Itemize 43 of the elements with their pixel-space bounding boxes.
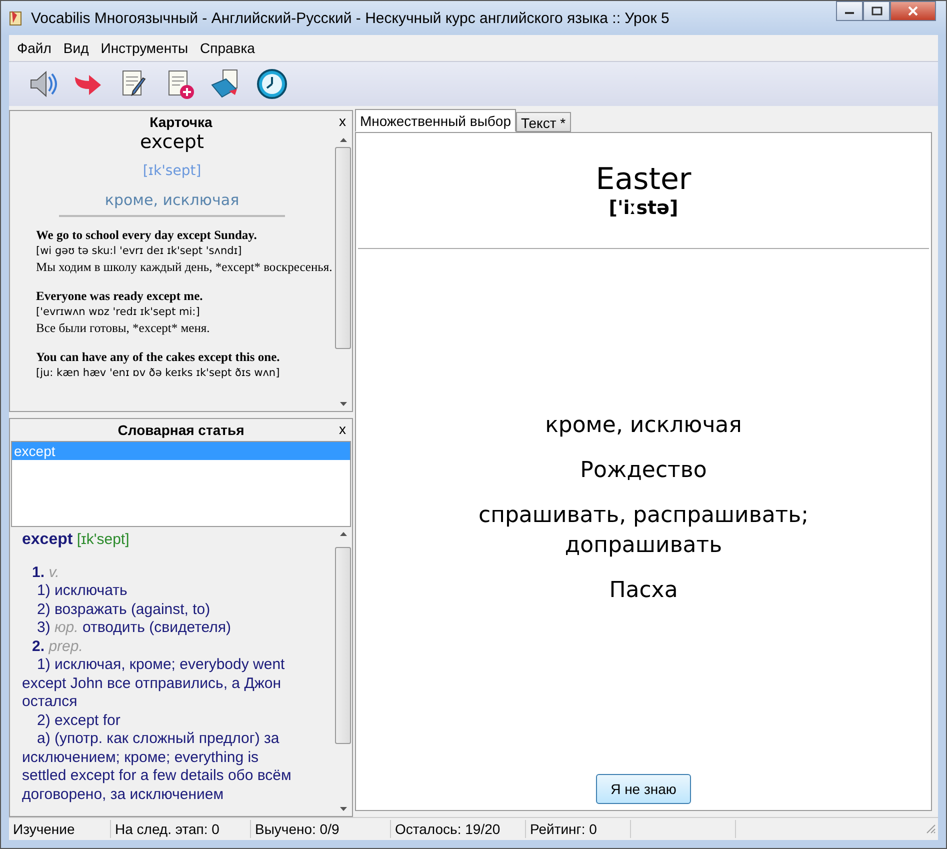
meaning-line: 2) возражать (against, to) (36, 600, 212, 619)
tab[interactable]: Текст * (516, 112, 571, 132)
meaning-text: а) (употр. как сложный предлог) за исключением; кроме; everything is settled except for a few details обо всём договорено, за исключением (22, 730, 292, 804)
card-translation: кроме, исключая (104, 191, 240, 209)
example-translation: Все были готовы, *except* меня. (36, 320, 211, 336)
meaning-text: 1) исключая, кроме; everybody went except John все отправились, а Джон остался (22, 656, 286, 712)
dont-know-button[interactable]: Я не знаю (596, 774, 692, 804)
tab[interactable]: Множественный выбор (355, 109, 516, 132)
example-transcription: [wi gəʊ tə sku:l 'evrɪ deɪ ɪk'sept 'sʌndɪ] (36, 244, 243, 259)
meaning-text: 2) except for (36, 712, 122, 730)
answer-option[interactable]: спрашивать, распрашивать; допрашивать (444, 501, 844, 561)
example-sentence: Everyone was ready except me. (36, 288, 204, 304)
close-button[interactable]: x (339, 113, 346, 129)
quiz-transcription: ['iːstə] (608, 197, 678, 219)
close-button[interactable]: x (339, 421, 346, 437)
status-field: Изучение (9, 820, 111, 838)
answer-option[interactable]: Рождество (444, 456, 844, 486)
answer-option[interactable]: кроме, исключая (444, 411, 844, 441)
status-field: На след. этап: 0 (111, 820, 251, 838)
menu-item[interactable]: Справка (194, 40, 261, 56)
menu-item[interactable]: Инструменты (94, 40, 194, 56)
example-transcription: [ju: kæn hæv 'enɪ ɒv ðə keɪks ɪk'sept ðɪs wʌn] (36, 366, 281, 381)
panel-title: Карточка (150, 114, 212, 130)
status-field: Рейтинг: 0 (526, 820, 631, 838)
status-field: Осталось: 19/20 (391, 820, 526, 838)
example-sentence: You can have any of the cakes except this one. (36, 349, 281, 365)
card-word: except (139, 133, 205, 153)
panel-title: Словарная статья (118, 422, 244, 438)
menu-item[interactable]: Вид (57, 40, 95, 56)
menu-item[interactable]: Файл (11, 40, 58, 56)
answer-option[interactable]: Пасха (444, 576, 844, 606)
example-sentence: We go to school every day except Sunday. (36, 227, 258, 243)
entry-headword: except [ɪk'sept] (22, 531, 130, 550)
part-of-speech: 1. v. (31, 564, 60, 582)
status-field: Выучено: 0/9 (251, 820, 391, 838)
card-transcription: [ɪk'sept] (142, 163, 202, 179)
example-transcription: ['evrɪwʌn wɒz 'redɪ ɪk'sept mi:] (36, 305, 201, 320)
meaning-line: 3) юр. отводить (свидетеля) (36, 619, 232, 638)
example-translation: Мы ходим в школу каждый день, *except* воскресенья. (36, 259, 334, 275)
part-of-speech: 2. prep. (31, 638, 84, 656)
window-title: Vocabilis Многоязычный - Английский-Русский - Нескучный курс английского языка :: Урок 5 (31, 10, 670, 26)
meaning-line: 1) исключать (36, 582, 128, 600)
quiz-word: Easter (596, 162, 692, 197)
